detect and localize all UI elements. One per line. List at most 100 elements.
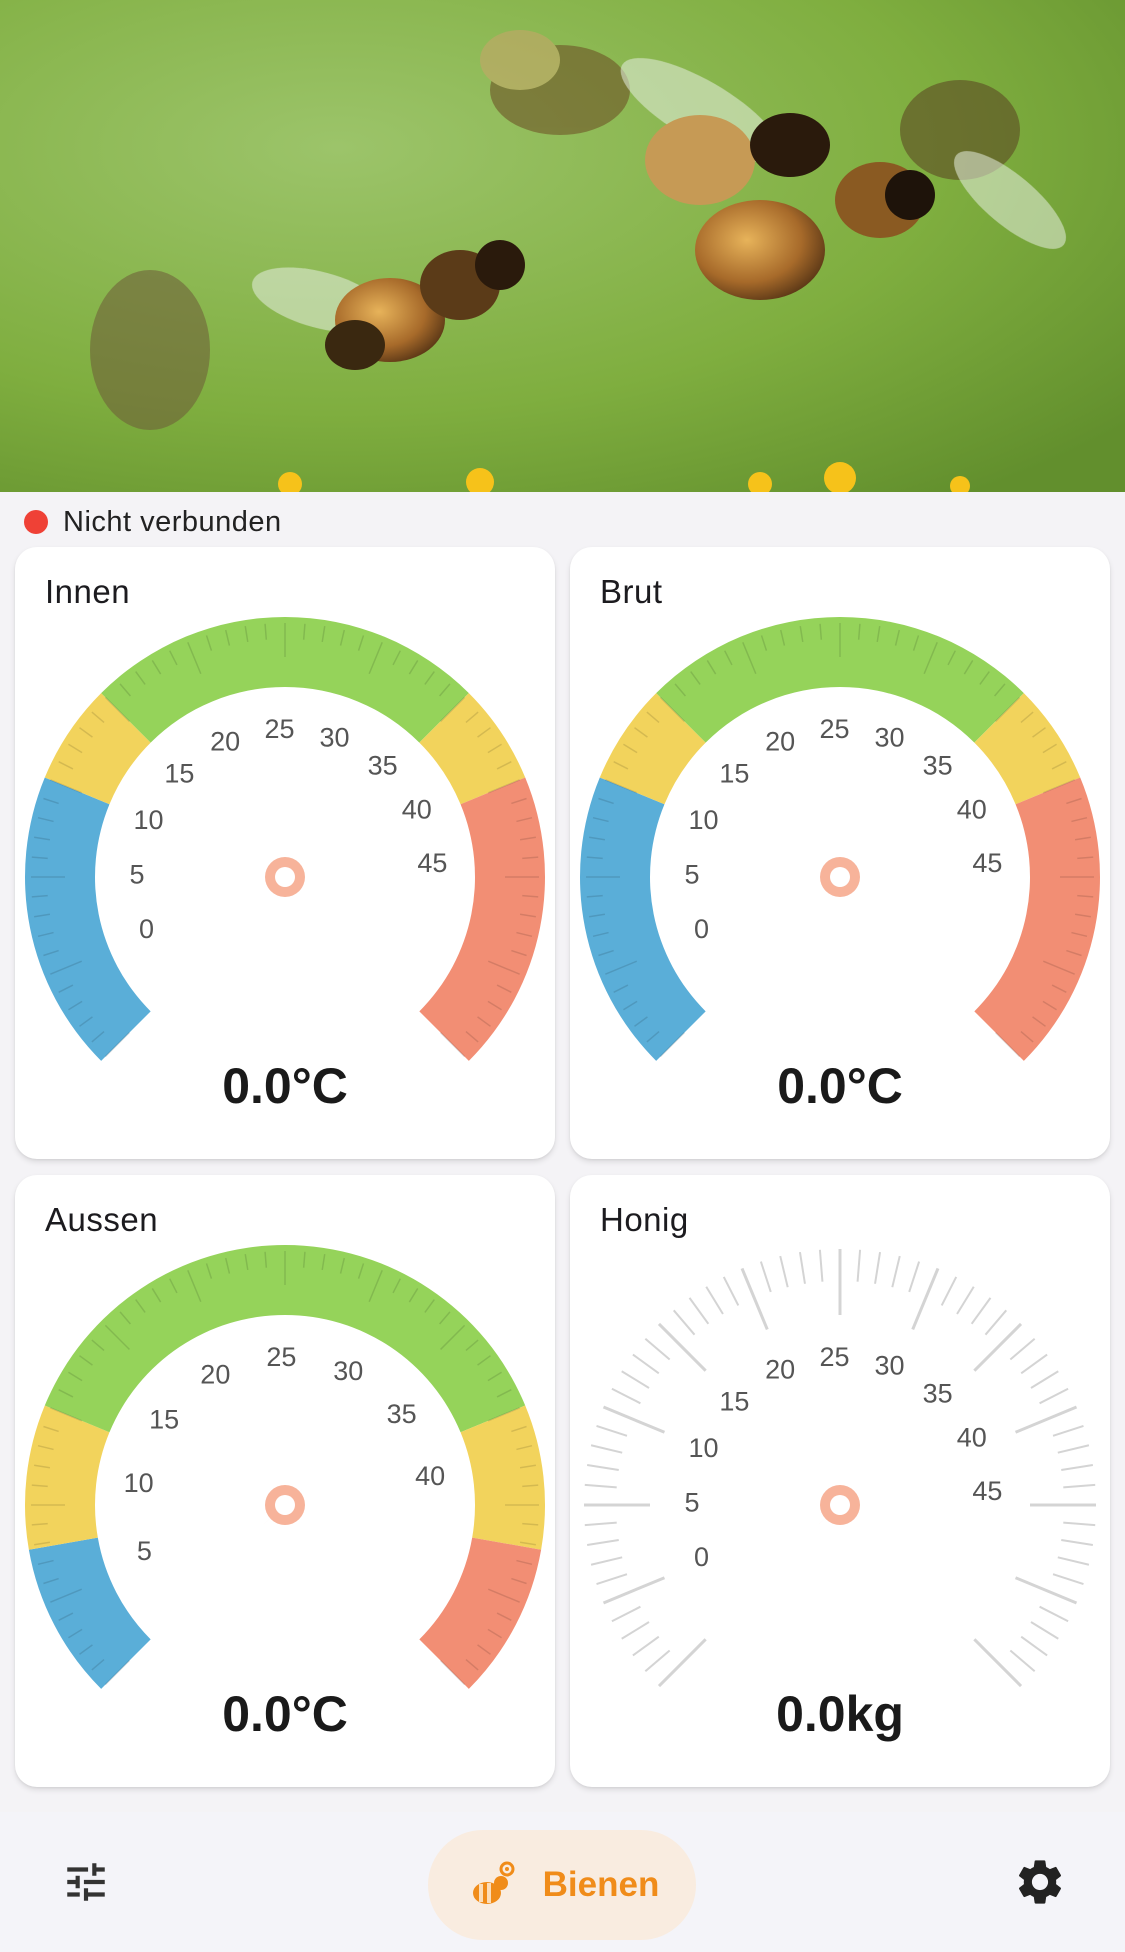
gauge-band [460,1405,545,1550]
gauge-tick-label: 20 [200,1359,230,1389]
gauge-tick [722,1276,740,1306]
gauge-tick [1052,1573,1084,1586]
gauge-tick [1014,1576,1078,1605]
gauge-tick [1061,1539,1094,1547]
gauge-tick [1020,1635,1048,1657]
gauge-tick [586,1539,619,1547]
gauge-tick [1039,1605,1069,1623]
gauge-tick-label: 20 [210,727,240,757]
gauge-tick-label: 25 [819,714,849,744]
gauge-tick [621,1621,650,1640]
gauge-hub-center [275,1495,295,1515]
gauge-band [419,777,546,1061]
gauge-tick-label: 30 [320,723,350,753]
gauge-tick [672,1309,696,1336]
gauge-tick-label: 30 [875,1351,905,1381]
gauge-tick [1014,1405,1078,1434]
gauge-tick [911,1267,940,1331]
gauge-tick-label: 40 [415,1461,445,1491]
gauge-tick-label: 45 [972,1476,1002,1506]
gauge-tick [984,1309,1008,1336]
gauge-tick-label: 15 [719,1386,749,1416]
gauge-tick [688,1297,710,1325]
gauge-tick [856,1249,862,1282]
gauge-tick [611,1387,641,1405]
gauge-tick [590,1444,623,1454]
gauge-tick [705,1286,724,1315]
gauge-tick [596,1573,628,1586]
gauge-readout: 0.0°C [222,1058,348,1114]
gauge-band [580,777,706,1061]
gauge-tick-label: 25 [264,714,294,744]
status-dot-icon [24,510,48,534]
gauge-tick-label: 25 [819,1342,849,1372]
gauge-band [974,777,1100,1061]
gauge-tick [644,1337,671,1361]
gauge-readout: 0.0°C [777,1058,903,1114]
gauge-tick-label: 15 [719,758,749,788]
gauge-tick [584,1483,617,1489]
gauge-tick [632,1353,660,1375]
gauge-tick-label: 5 [130,859,145,889]
gauge-tick [973,1638,1023,1688]
gauge-tick [1030,1621,1059,1640]
gauge-tick-label: 20 [765,727,795,757]
gauge-hub-center [830,1495,850,1515]
gauge-tick [657,1638,707,1688]
hero-image [0,0,1125,492]
gauge-tick [621,1370,650,1389]
gauge-tick-label: 40 [402,795,432,825]
gauge-tick [1057,1444,1090,1454]
gauge-tick [874,1251,882,1284]
tune-button[interactable] [50,1846,122,1918]
gauge-tick [1063,1483,1096,1489]
gauge-tick [602,1576,666,1605]
gauge-tick-label: 15 [164,758,194,788]
gauge-tick-label: 40 [957,795,987,825]
gauge-tick [1052,1424,1084,1437]
gauge-tick [1009,1337,1036,1361]
gauge-tick-label: 25 [266,1342,296,1372]
gauge-tick-label: 5 [685,859,700,889]
gauge-tick-label: 10 [688,805,718,835]
gauge-tick-label: 45 [417,848,447,878]
gauge-tick [818,1249,824,1282]
settings-button[interactable] [1004,1846,1076,1918]
gauge-readout: 0.0°C [222,1686,348,1742]
nav-item-bienen[interactable]: Bienen [428,1830,696,1940]
gauge-tick [644,1649,671,1673]
gauge-tick [973,1322,1023,1372]
connection-status: Nicht verbunden [24,502,282,542]
gauge-tick [632,1635,660,1657]
gauge-tick [1030,1370,1059,1389]
gauge-tick [798,1251,806,1284]
gauge-band [28,1537,151,1689]
gauge-tick-label: 35 [923,1379,953,1409]
gauge-tick-label: 5 [685,1487,700,1517]
gauge-tick-label: 10 [133,805,163,835]
gauge-tick-label: 35 [923,751,953,781]
gauge-tick [1009,1649,1036,1673]
gauge-card-brut: Brut 0 5 10 15 20 25 30 35 40 45 0.0°C [570,547,1110,1159]
gauge-tick [759,1261,772,1293]
bee-icon [472,1861,515,1904]
gauge-tick-label: 10 [688,1433,718,1463]
gauge-tick [908,1261,921,1293]
gauge-tick-label: 35 [387,1399,417,1429]
gauge-readout: 0.0kg [776,1686,904,1742]
gauge-tick-label: 30 [875,723,905,753]
gauge-tick [940,1276,958,1306]
gauge-tick [1039,1387,1069,1405]
gauge-tick-label: 5 [137,1536,152,1566]
gauge-card-aussen: Aussen 5 10 15 20 25 30 35 40 0.0°C [15,1175,555,1787]
gauge-tick [970,1297,992,1325]
gauge-hub-center [275,867,295,887]
gauge-tick-label: 20 [765,1355,795,1385]
gauge-tick-label: 30 [333,1356,363,1386]
gauge-card-innen: Innen 0 5 10 15 20 25 30 35 40 45 0.0°C [15,547,555,1159]
gauge-tick [596,1424,628,1437]
gauge-tick-label: 40 [957,1423,987,1453]
gauge-tick-label: 0 [694,1542,709,1572]
gauge-tick [611,1605,641,1623]
gauge-tick [740,1267,769,1331]
